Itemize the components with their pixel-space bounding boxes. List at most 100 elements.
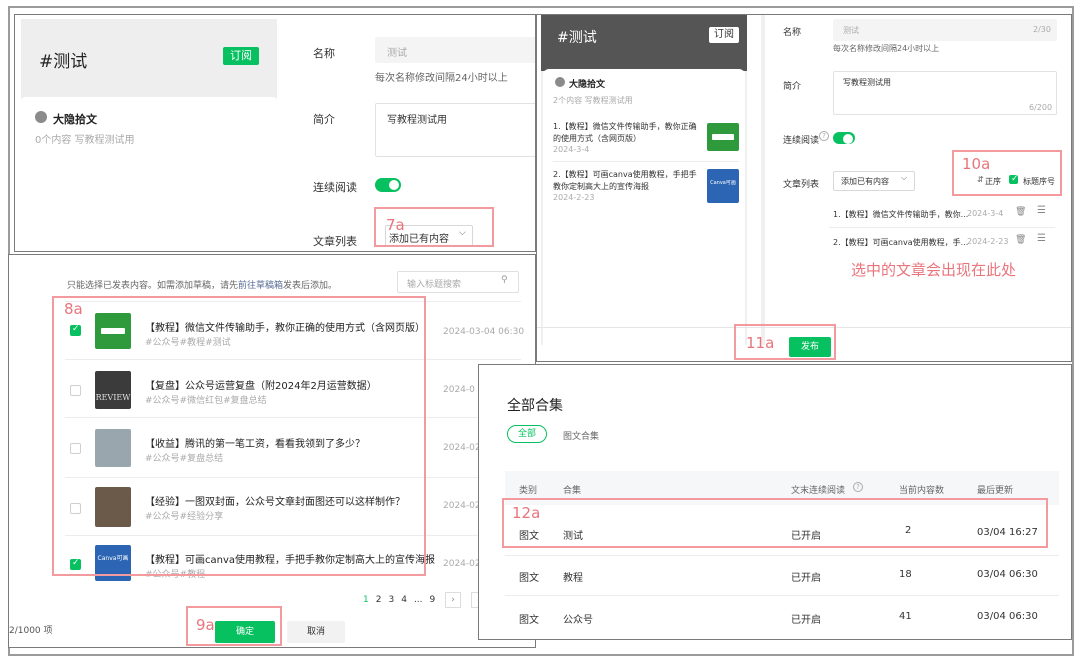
drag-handle-icon[interactable]: ☰	[1037, 233, 1046, 244]
selected-article-row[interactable]: 1.【教程】微信文件传输助手，教你...	[833, 209, 968, 220]
article-checkbox[interactable]	[70, 443, 81, 454]
preview-item-thumbnail	[707, 123, 739, 151]
continuous-read-toggle[interactable]	[833, 132, 855, 144]
continuous-read-toggle[interactable]	[375, 178, 401, 192]
publish-button[interactable]: 发布	[789, 337, 831, 357]
dialog-notice: 只能选择已发表内容。如需添加草稿，请先前往草稿箱发表后添加。	[67, 278, 337, 291]
article-title[interactable]: 【复盘】公众号运营复盘（附2024年2月运营数据）	[145, 377, 377, 392]
author-avatar	[555, 77, 565, 87]
collection-title: #测试	[557, 30, 597, 46]
tab-image-collection[interactable]: 图文合集	[563, 429, 599, 442]
article-title[interactable]: 【教程】可画canva使用教程，手把手教你定制高大上的宣传海报	[145, 551, 435, 566]
divider	[65, 477, 521, 478]
order-toggle[interactable]: 正序	[985, 176, 1001, 187]
page-number[interactable]: 4	[401, 595, 407, 605]
cell-updated: 03/04 16:27	[977, 527, 1038, 538]
selected-article-row[interactable]: 2.【教程】可画canva使用教程，手...	[833, 237, 968, 248]
sort-icon[interactable]: ⇵	[977, 175, 984, 184]
article-list-label: 文章列表	[313, 235, 357, 248]
selected-articles-annotation: 选中的文章会出现在此处	[851, 261, 1017, 279]
intro-label: 简介	[783, 82, 802, 92]
help-icon[interactable]: ?	[819, 131, 829, 141]
cell-name[interactable]: 测试	[563, 527, 583, 542]
cell-status: 已开启	[791, 615, 821, 626]
divider	[829, 227, 1055, 228]
cell-name[interactable]: 公众号	[563, 611, 593, 626]
article-checkbox[interactable]	[70, 324, 81, 336]
intro-textarea-value: 写教程测试用	[843, 78, 891, 87]
article-title[interactable]: 【收益】腾讯的第一笔工资，看看我领到了多少？	[145, 435, 365, 450]
cell-status: 已开启	[791, 531, 821, 542]
name-label: 名称	[313, 47, 335, 60]
name-label: 名称	[783, 28, 802, 38]
preview-item-thumbnail: Canva可画	[707, 169, 739, 203]
chevron-down-icon: ⌵	[901, 173, 908, 182]
article-thumbnail: REVIEW	[95, 371, 131, 409]
cancel-button[interactable]: 取消	[287, 621, 345, 643]
subscribe-button[interactable]: 订阅	[709, 27, 739, 43]
notice-suffix: 发表后添加。	[283, 281, 338, 291]
name-input-value: 测试	[387, 48, 407, 59]
search-icon[interactable]: ⚲	[501, 275, 508, 285]
article-tags: #公众号#教程#测试	[145, 338, 231, 348]
cell-updated: 03/04 06:30	[977, 611, 1038, 622]
cell-status: 已开启	[791, 573, 821, 584]
subscribe-button[interactable]: 订阅	[223, 47, 259, 65]
article-date: 2024-02	[443, 501, 481, 511]
next-page-icon[interactable]: ›	[445, 592, 461, 608]
pagination: 1 2 3 4... 9	[363, 595, 442, 605]
article-thumbnail	[95, 429, 131, 467]
article-title[interactable]: 【教程】微信文件传输助手，教你正确的使用方式（含网页版）	[145, 319, 425, 334]
preview-card	[543, 69, 745, 345]
selected-article-date: 2024-2-23	[967, 237, 1009, 246]
table-row[interactable]	[505, 507, 1059, 553]
column-header: 合集	[563, 486, 582, 496]
cell-type: 图文	[519, 615, 539, 626]
page-number[interactable]: 9	[430, 595, 436, 605]
page-title: 全部合集	[507, 398, 563, 414]
drag-handle-icon[interactable]: ☰	[1037, 205, 1046, 216]
article-date: 2024-03-04 06:30	[443, 327, 525, 337]
preview-item-title[interactable]: 1.【教程】微信文件传输助手，教你正确的使用方式（含网页版）	[553, 121, 701, 145]
author-avatar	[35, 111, 47, 123]
divider	[65, 301, 521, 302]
help-icon[interactable]: ?	[853, 482, 863, 492]
article-tags: #公众号#教程	[145, 570, 206, 580]
annotation-label-8a: 8a	[64, 300, 83, 318]
cell-count: 41	[899, 611, 912, 622]
column-header: 文末连续阅读	[791, 486, 846, 496]
all-collections-panel: 全部合集 全部 图文合集 类别 合集 文末连续阅读 ? 当前内容数 最后更新 图…	[478, 364, 1072, 640]
preview-item-title[interactable]: 2.【教程】可画canva使用教程，手把手教你定制高大上的宣传海报	[553, 169, 701, 193]
collection-edit-panel: #测试 订阅 大隐拾文 0个内容 写教程测试用 名称 测试 每次名称修改间隔24…	[14, 14, 536, 252]
page-number[interactable]: 1	[363, 595, 369, 605]
preview-item-date: 2024-2-23	[553, 193, 595, 202]
name-input[interactable]	[833, 19, 1057, 41]
article-checkbox[interactable]	[70, 558, 81, 570]
table-row[interactable]	[505, 555, 1059, 595]
article-checkbox[interactable]	[70, 385, 81, 396]
article-title[interactable]: 【经验】一图双封面，公众号文章封面图还可以这样制作？	[145, 493, 405, 508]
article-list-label: 文章列表	[783, 180, 820, 190]
intro-char-count: 6/200	[1029, 103, 1053, 112]
page-number[interactable]: 2	[376, 595, 382, 605]
column-header: 最后更新	[977, 486, 1014, 496]
add-existing-label: 添加已有内容	[841, 177, 889, 186]
title-seq-checkbox[interactable]	[1009, 174, 1019, 184]
article-checkbox[interactable]	[70, 503, 81, 514]
page-number[interactable]: 3	[388, 595, 394, 605]
collection-meta: 2个内容 写教程测试用	[553, 96, 633, 105]
confirm-button[interactable]: 确定	[215, 621, 275, 643]
name-input-value: 测试	[843, 26, 859, 35]
page-ellipsis: ...	[413, 595, 423, 605]
annotation-label-9a: 9a	[196, 616, 215, 634]
article-thumbnail	[95, 487, 131, 527]
trash-icon[interactable]: 🗑	[1015, 207, 1026, 217]
column-header: 当前内容数	[899, 486, 945, 496]
collection-preview-panel: #测试 订阅 大隐拾文 2个内容 写教程测试用 1.【教程】微信文件传输助手，教…	[536, 14, 1072, 362]
trash-icon[interactable]: 🗑	[1015, 235, 1026, 245]
cell-name[interactable]: 教程	[563, 569, 583, 584]
tab-all[interactable]: 全部	[507, 425, 547, 443]
intro-textarea-value: 写教程测试用	[387, 115, 447, 126]
cell-type: 图文	[519, 531, 539, 542]
drafts-link[interactable]: 前往草稿箱	[238, 281, 283, 291]
